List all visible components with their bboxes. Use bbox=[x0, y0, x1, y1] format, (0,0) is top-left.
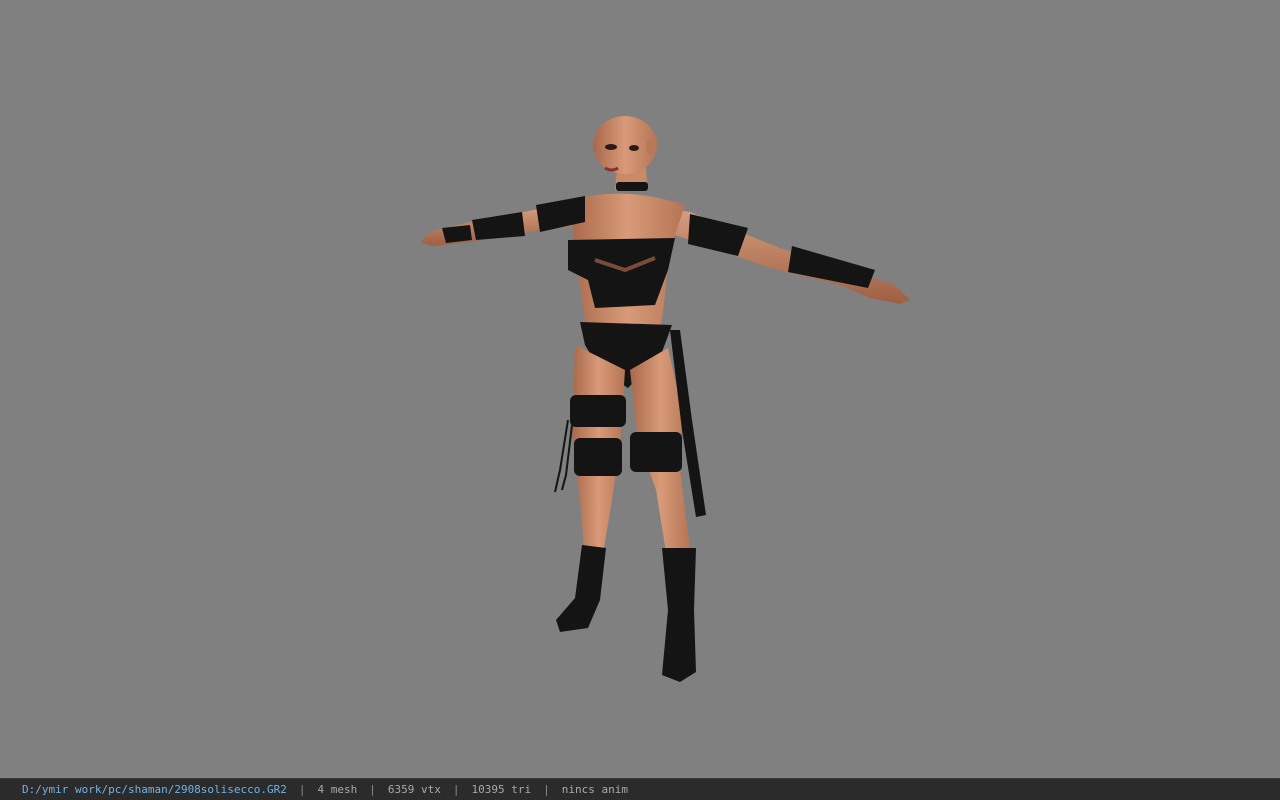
status-separator: | bbox=[452, 783, 460, 796]
mesh-count-label: 4 mesh bbox=[317, 783, 358, 796]
status-separator: | bbox=[369, 783, 376, 796]
vertex-count-label: 6359 vtx bbox=[387, 783, 441, 796]
3d-viewport[interactable] bbox=[0, 0, 1280, 778]
triangle-count-label: 10395 tri bbox=[471, 783, 532, 796]
status-separator: | bbox=[543, 783, 550, 796]
status-separator: | bbox=[298, 783, 306, 796]
file-path-label: D:/ymir work/pc/shaman/2908solisecco.GR2 bbox=[22, 783, 287, 796]
character-model bbox=[420, 116, 910, 682]
animation-status-label: nincs anim bbox=[561, 783, 628, 796]
status-bar: D:/ymir work/pc/shaman/2908solisecco.GR2… bbox=[0, 778, 1280, 800]
